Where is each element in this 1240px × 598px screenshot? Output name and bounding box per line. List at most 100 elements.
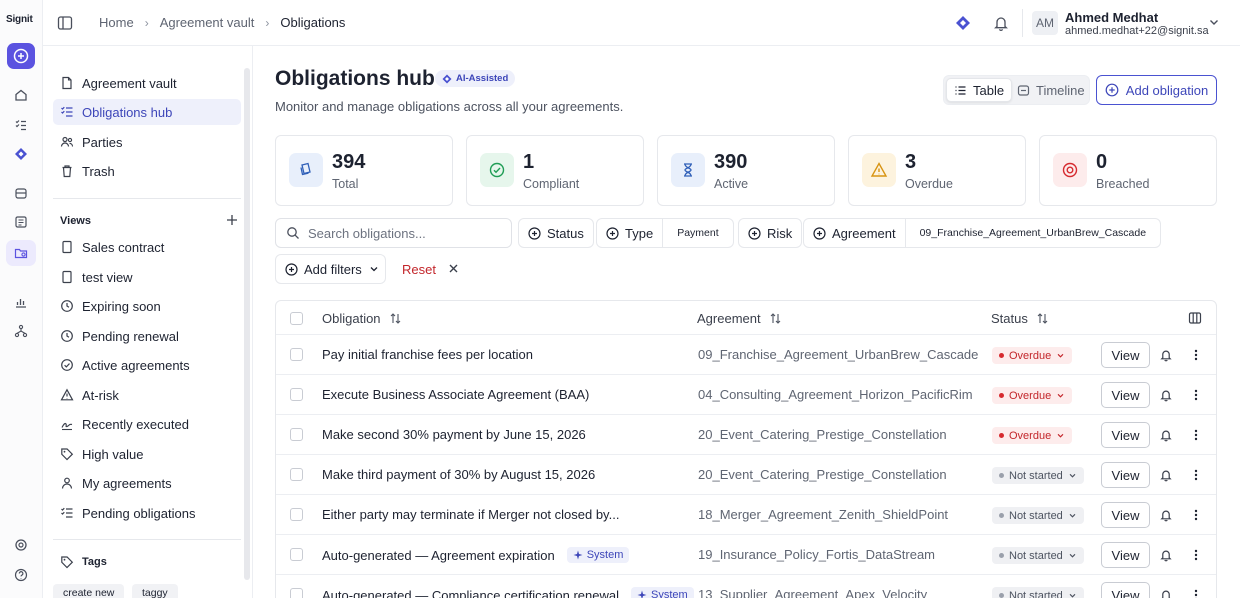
avatar[interactable]: AM — [1032, 11, 1058, 35]
view-button[interactable]: View — [1101, 342, 1150, 368]
column-header-status[interactable]: Status — [991, 301, 1049, 335]
sidebar-view-at-risk[interactable]: At-risk — [53, 382, 241, 408]
agreement-cell[interactable]: 18_Merger_Agreement_Zenith_ShieldPoint — [698, 507, 948, 522]
view-button[interactable]: View — [1101, 422, 1150, 448]
select-all-checkbox[interactable] — [290, 312, 303, 325]
close-icon[interactable] — [447, 262, 460, 275]
sidebar-view-recently-executed[interactable]: Recently executed — [53, 411, 241, 437]
sidebar-view-high-value[interactable]: High value — [53, 441, 241, 467]
columns-toggle-icon[interactable] — [1188, 301, 1202, 335]
row-checkbox[interactable] — [290, 388, 303, 401]
stat-card-breached[interactable]: 0 Breached — [1039, 135, 1217, 206]
sidebar-view-pending-obligations[interactable]: Pending obligations — [53, 500, 241, 526]
new-action-button[interactable] — [7, 43, 35, 69]
workflow-icon[interactable] — [12, 322, 30, 340]
row-checkbox[interactable] — [290, 508, 303, 521]
view-button[interactable]: View — [1101, 582, 1150, 598]
status-badge[interactable]: Not started — [992, 587, 1084, 598]
table-row[interactable]: Make third payment of 30% by August 15, … — [276, 454, 1216, 494]
type-filter[interactable]: Type Payment — [596, 218, 734, 248]
ai-diamond-icon[interactable] — [12, 145, 30, 163]
status-badge[interactable]: Overdue — [992, 387, 1073, 404]
table-row[interactable]: Make second 30% payment by June 15, 2026… — [276, 414, 1216, 454]
row-checkbox[interactable] — [290, 468, 303, 481]
sidebar-toggle-icon[interactable] — [56, 14, 74, 32]
notifications-bell-icon[interactable] — [992, 14, 1010, 32]
timeline-view-button[interactable]: Timeline — [1010, 78, 1092, 102]
more-options-icon[interactable] — [1189, 348, 1203, 362]
table-view-button[interactable]: Table — [946, 78, 1013, 102]
agreement-cell[interactable]: 20_Event_Catering_Prestige_Constellation — [698, 467, 947, 482]
sidebar-item-obligations-hub[interactable]: Obligations hub — [53, 99, 241, 125]
row-checkbox[interactable] — [290, 428, 303, 441]
breadcrumb-home[interactable]: Home — [99, 15, 134, 30]
sidebar-item-agreement-vault[interactable]: Agreement vault — [53, 70, 241, 96]
reminder-bell-icon[interactable] — [1159, 588, 1173, 598]
view-button[interactable]: View — [1101, 542, 1150, 568]
status-badge[interactable]: Overdue — [992, 347, 1073, 364]
sidebar-item-parties[interactable]: Parties — [53, 129, 241, 155]
sidebar-view-my-agreements[interactable]: My agreements — [53, 470, 241, 496]
more-options-icon[interactable] — [1189, 548, 1203, 562]
stat-card-active[interactable]: 390 Active — [657, 135, 835, 206]
templates-icon[interactable] — [12, 213, 30, 231]
sidebar-view-pending-renewal[interactable]: Pending renewal — [53, 323, 241, 349]
inbox-icon[interactable] — [12, 184, 30, 202]
reminder-bell-icon[interactable] — [1159, 548, 1173, 562]
tag-chip[interactable]: taggy — [132, 584, 178, 598]
agreement-cell[interactable]: 19_Insurance_Policy_Fortis_DataStream — [698, 547, 935, 562]
row-checkbox[interactable] — [290, 348, 303, 361]
agreement-filter[interactable]: Agreement 09_Franchise_Agreement_UrbanBr… — [803, 218, 1162, 248]
sidebar-scrollbar[interactable] — [244, 68, 250, 580]
agreement-cell[interactable]: 09_Franchise_Agreement_UrbanBrew_Cascade — [698, 347, 978, 362]
column-header-agreement[interactable]: Agreement — [697, 301, 782, 335]
reminder-bell-icon[interactable] — [1159, 388, 1173, 402]
reminder-bell-icon[interactable] — [1159, 348, 1173, 362]
table-row[interactable]: Auto-generated — Agreement expiration Sys… — [276, 534, 1216, 574]
reset-button[interactable]: Reset — [402, 262, 436, 277]
reminder-bell-icon[interactable] — [1159, 468, 1173, 482]
table-row[interactable]: Pay initial franchise fees per location 0… — [276, 334, 1216, 374]
more-options-icon[interactable] — [1189, 428, 1203, 442]
status-badge[interactable]: Not started — [992, 547, 1084, 564]
risk-filter[interactable]: Risk — [738, 218, 803, 248]
sidebar-view-active-agreements[interactable]: Active agreements — [53, 352, 241, 378]
agreement-cell[interactable]: 13_Supplier_Agreement_Apex_Velocity — [698, 587, 927, 598]
table-row[interactable]: Auto-generated — Compliance certificatio… — [276, 574, 1216, 598]
more-options-icon[interactable] — [1189, 588, 1203, 598]
help-icon[interactable] — [12, 566, 30, 584]
view-button[interactable]: View — [1101, 382, 1150, 408]
table-row[interactable]: Execute Business Associate Agreement (BA… — [276, 374, 1216, 414]
more-options-icon[interactable] — [1189, 508, 1203, 522]
settings-icon[interactable] — [12, 536, 30, 554]
more-options-icon[interactable] — [1189, 388, 1203, 402]
stat-card-overdue[interactable]: 3 Overdue — [848, 135, 1026, 206]
home-icon[interactable] — [12, 86, 30, 104]
reminder-bell-icon[interactable] — [1159, 508, 1173, 522]
user-name[interactable]: Ahmed Medhat — [1065, 10, 1158, 25]
sidebar-item-trash[interactable]: Trash — [53, 158, 241, 184]
chevron-down-icon[interactable] — [1207, 15, 1221, 29]
status-filter[interactable]: Status — [518, 218, 594, 248]
more-options-icon[interactable] — [1189, 468, 1203, 482]
sidebar-view-expiring-soon[interactable]: Expiring soon — [53, 293, 241, 319]
tag-chip[interactable]: create new — [53, 584, 125, 598]
agreement-vault-icon[interactable] — [6, 240, 36, 266]
agreement-cell[interactable]: 20_Event_Catering_Prestige_Constellation — [698, 427, 947, 442]
agreement-cell[interactable]: 04_Consulting_Agreement_Horizon_PacificR… — [698, 387, 973, 402]
sidebar-view-sales-contract[interactable]: Sales contract — [53, 234, 241, 260]
stat-card-compliant[interactable]: 1 Compliant — [466, 135, 644, 206]
view-button[interactable]: View — [1101, 462, 1150, 488]
breadcrumb-agreement-vault[interactable]: Agreement vault — [160, 15, 255, 30]
analytics-icon[interactable] — [12, 293, 30, 311]
table-row[interactable]: Either party may terminate if Merger not… — [276, 494, 1216, 534]
row-checkbox[interactable] — [290, 588, 303, 598]
ai-assistant-icon[interactable] — [955, 15, 971, 31]
search-input[interactable] — [308, 225, 498, 241]
stat-card-total[interactable]: 394 Total — [275, 135, 453, 206]
status-badge[interactable]: Not started — [992, 467, 1084, 484]
status-badge[interactable]: Not started — [992, 507, 1084, 524]
add-view-plus-icon[interactable] — [225, 213, 239, 227]
row-checkbox[interactable] — [290, 548, 303, 561]
add-obligation-button[interactable]: Add obligation — [1096, 75, 1217, 105]
